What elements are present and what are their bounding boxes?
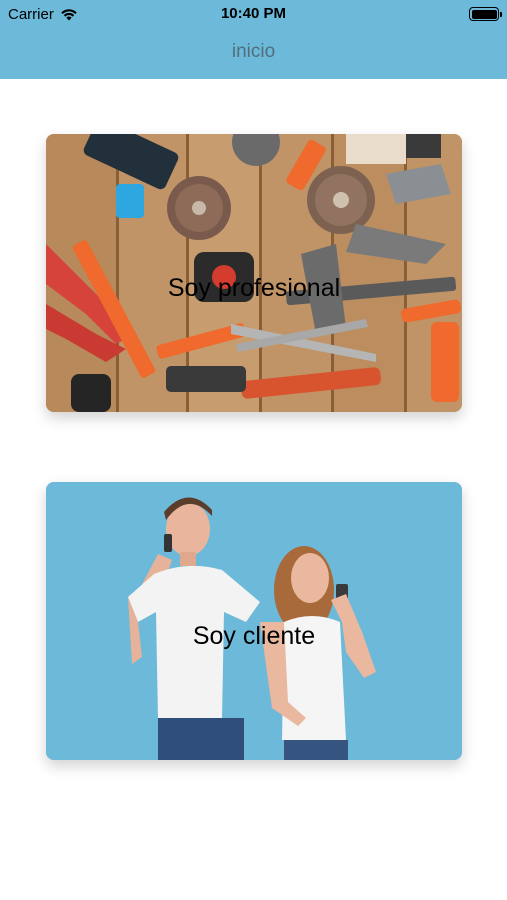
professional-card[interactable]: Soy profesional [46,134,462,412]
battery-fill [471,9,497,19]
client-label: Soy cliente [192,622,316,650]
professional-label: Soy profesional [167,274,341,302]
status-time: 10:40 PM [220,5,287,22]
page-title: inicio [231,41,276,62]
battery-icon [469,7,502,21]
tools-image [46,134,462,412]
couple-on-phone-image [46,482,462,760]
status-bar: Carrier 10:40 PM [0,0,507,28]
client-card[interactable]: Soy cliente [46,482,462,760]
navigation-bar: Carrier 10:40 PM inicio [0,0,507,79]
